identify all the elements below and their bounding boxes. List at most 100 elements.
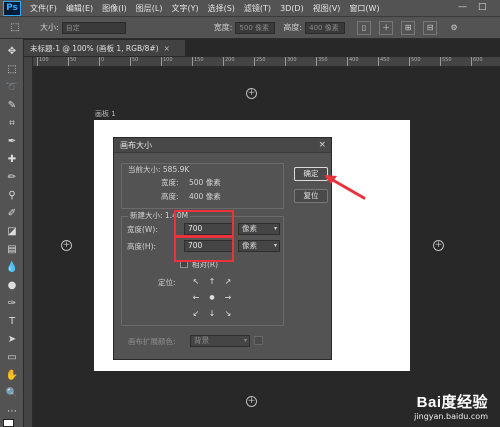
document-tab-title: 未标题-1 @ 100% (画板 1, RGB/8#): [30, 43, 159, 53]
artboard-label[interactable]: 画板 1: [95, 109, 116, 119]
ruler-label: 150: [194, 57, 204, 63]
more-tools-icon[interactable]: ⋯: [3, 403, 21, 419]
current-height-value: 400 像素: [189, 192, 221, 201]
hand-tool-icon[interactable]: ✋: [3, 367, 21, 383]
anchor-left[interactable]: ←: [190, 291, 202, 303]
ruler-label: 250: [256, 57, 266, 63]
current-height-label: 高度:: [161, 192, 179, 201]
anchor-top-right[interactable]: ↗: [222, 275, 234, 287]
add-artboard-left-icon[interactable]: +: [61, 240, 72, 251]
anchor-bottom[interactable]: ↓: [206, 307, 218, 319]
minimize-icon[interactable]: —: [458, 2, 467, 12]
type-tool-icon[interactable]: T: [3, 313, 21, 329]
add-artboard-icon[interactable]: ＋: [379, 20, 394, 35]
marquee-tool-icon[interactable]: ⬚: [3, 61, 21, 77]
anchor-bottom-right[interactable]: ↘: [222, 307, 234, 319]
height-field[interactable]: 400 像素: [305, 21, 346, 34]
document-tab[interactable]: 未标题-1 @ 100% (画板 1, RGB/8#) ×: [24, 40, 186, 56]
width-unit-select[interactable]: 像素 ▾: [238, 223, 280, 235]
menu-filter[interactable]: 滤镜(T): [244, 3, 271, 14]
anchor-right[interactable]: →: [222, 291, 234, 303]
gradient-tool-icon[interactable]: ▤: [3, 241, 21, 257]
height-unit-select[interactable]: 像素 ▾: [238, 240, 280, 252]
menu-type[interactable]: 文字(Y): [171, 3, 198, 14]
height-unit-value: 像素: [242, 241, 257, 250]
menu-window[interactable]: 窗口(W): [349, 3, 379, 14]
crop-tool-icon[interactable]: ⌗: [3, 115, 21, 131]
watermark-url: jingyan.baidu.com: [414, 412, 488, 421]
ruler-tick: [347, 57, 348, 66]
anchor-top[interactable]: ↑: [206, 275, 218, 287]
quick-select-tool-icon[interactable]: ✎: [3, 97, 21, 113]
ruler-tick: [223, 57, 224, 66]
menu-file[interactable]: 文件(F): [30, 3, 57, 14]
options-bar: ⬚ 大小: 自定 宽度: 500 像素 高度: 400 像素 ▯ ＋ ⊞ ⊟ ⚙: [0, 17, 500, 39]
add-artboard-top-icon[interactable]: +: [246, 88, 257, 99]
ruler-tick: [192, 57, 193, 66]
width-label: 宽度:: [213, 23, 233, 32]
dodge-tool-icon[interactable]: ●: [3, 277, 21, 293]
menu-3d[interactable]: 3D(D): [280, 4, 304, 13]
anchor-center[interactable]: ●: [206, 291, 218, 303]
settings-gear-icon[interactable]: ⚙: [447, 21, 461, 35]
width-label: 宽度(W):: [127, 225, 158, 234]
foreground-color-swatch[interactable]: [3, 419, 14, 427]
blur-tool-icon[interactable]: 💧: [3, 259, 21, 275]
brush-tool-icon[interactable]: ✏: [3, 169, 21, 185]
current-width-label: 宽度:: [161, 178, 179, 187]
dialog-close-icon[interactable]: ×: [318, 138, 326, 153]
maximize-icon[interactable]: □: [478, 2, 487, 12]
extension-color-select[interactable]: 背景 ▾: [190, 335, 250, 347]
ruler-tick: [316, 57, 317, 66]
ruler-tick: [471, 57, 472, 66]
history-brush-tool-icon[interactable]: ✐: [3, 205, 21, 221]
close-icon[interactable]: ×: [164, 44, 170, 53]
artboard-tool-icon[interactable]: ⬚: [4, 19, 26, 37]
ruler-label: 50: [70, 57, 77, 63]
eraser-tool-icon[interactable]: ◪: [3, 223, 21, 239]
portrait-icon[interactable]: ▯: [357, 20, 372, 35]
lasso-tool-icon[interactable]: ➰: [3, 79, 21, 95]
width-unit-value: 像素: [242, 224, 257, 233]
canvas-size-dialog: 画布大小 × 当前大小: 585.9K 宽度: 500 像素 高度: 400 像…: [113, 137, 332, 360]
shape-tool-icon[interactable]: ▭: [3, 349, 21, 365]
anchor-bottom-left[interactable]: ↙: [190, 307, 202, 319]
photoshop-logo: Ps: [3, 0, 21, 16]
chevron-down-icon: ▾: [243, 337, 247, 344]
width-highlight-box: [174, 210, 234, 238]
height-highlight-box: [174, 235, 234, 262]
menu-image[interactable]: 图像(I): [102, 3, 127, 14]
height-label: 高度:: [283, 23, 303, 32]
add-artboard-right-icon[interactable]: +: [433, 240, 444, 251]
ruler-label: 300: [287, 57, 297, 63]
add-artboard-bottom-icon[interactable]: +: [246, 396, 257, 407]
watermark-logo: Bai度经验: [416, 394, 488, 411]
ruler-label: 350: [318, 57, 328, 63]
anchor-top-left[interactable]: ↖: [190, 275, 202, 287]
ruler-tick: [130, 57, 131, 66]
extension-color-label: 画布扩展颜色:: [128, 337, 176, 346]
ruler-label: 500: [411, 57, 421, 63]
width-field[interactable]: 500 像素: [235, 21, 276, 34]
pen-tool-icon[interactable]: ✑: [3, 295, 21, 311]
ruler-label: 600: [473, 57, 483, 63]
distribute-icon[interactable]: ⊟: [423, 20, 438, 35]
align-icon[interactable]: ⊞: [401, 20, 416, 35]
size-select[interactable]: 自定: [61, 21, 126, 34]
ruler-tick: [254, 57, 255, 66]
zoom-tool-icon[interactable]: 🔍: [3, 385, 21, 401]
extension-color-value: 背景: [194, 336, 209, 345]
path-select-tool-icon[interactable]: ➤: [3, 331, 21, 347]
chevron-down-icon: ▾: [273, 225, 277, 232]
eyedropper-tool-icon[interactable]: ✒: [3, 133, 21, 149]
move-tool-icon[interactable]: ✥: [3, 43, 21, 59]
menu-view[interactable]: 视图(V): [313, 3, 341, 14]
menu-layer[interactable]: 图层(L): [136, 3, 163, 14]
stamp-tool-icon[interactable]: ⚲: [3, 187, 21, 203]
extension-color-swatch[interactable]: [254, 336, 263, 345]
healing-tool-icon[interactable]: ✚: [3, 151, 21, 167]
menu-select[interactable]: 选择(S): [208, 3, 235, 14]
horizontal-ruler: 100 50 0 50 100 150 200 250 300 350 400 450 500 550 60…: [33, 57, 500, 67]
menu-edit[interactable]: 编辑(E): [66, 3, 93, 14]
ruler-label: 400: [349, 57, 359, 63]
